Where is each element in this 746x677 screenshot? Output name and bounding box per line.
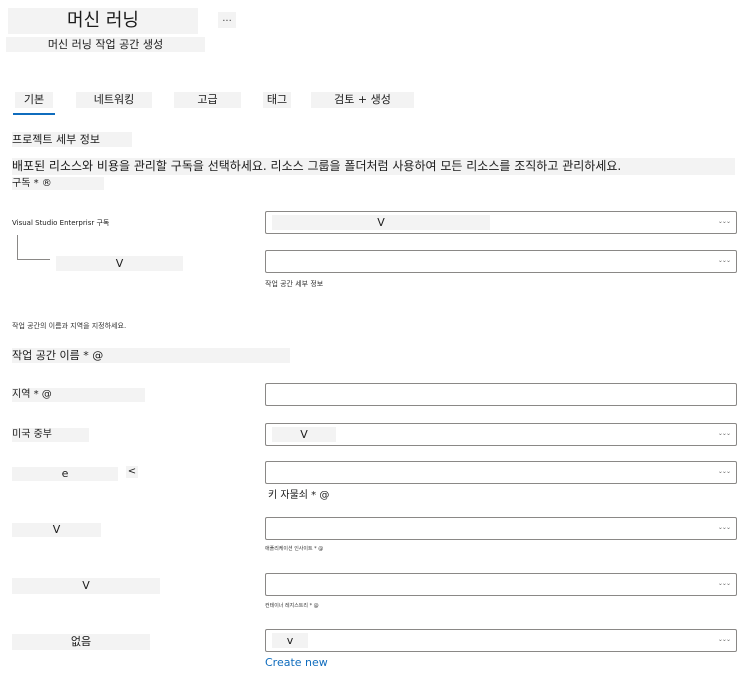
key-vault-dropdown[interactable]: ⌄⌄⌄: [265, 517, 737, 540]
workspace-details-hint: 작업 공간 세부 정보: [265, 280, 324, 288]
subscription-name: Visual Studio Enterprisr 구독: [12, 219, 110, 227]
active-tab-indicator: [13, 113, 55, 115]
storage-label: e: [12, 467, 118, 481]
region-value-label: 미국 중부: [12, 428, 89, 442]
container-registry-dropdown-value: v: [272, 633, 308, 648]
container-registry-dropdown[interactable]: v ⌄⌄⌄: [265, 629, 737, 652]
resource-group-label: V: [56, 256, 183, 271]
chevron-down-icon: ⌄⌄⌄: [717, 468, 731, 475]
region-dropdown-value: V: [272, 427, 336, 442]
workspace-name-input[interactable]: [265, 383, 737, 406]
chevron-down-icon: ⌄⌄⌄: [717, 430, 731, 437]
chevron-down-icon: ⌄⌄⌄: [717, 218, 731, 225]
key-vault-value-label: V: [12, 523, 101, 537]
project-description: 배포된 리소스와 비용을 관리할 구독을 선택하세요. 리소스 그룹을 폴더처럼…: [12, 158, 735, 175]
info-icon: <: [126, 466, 138, 478]
chevron-down-icon: ⌄⌄⌄: [717, 524, 731, 531]
page-title: 머신 러닝: [8, 8, 198, 34]
container-registry-value-label: 없음: [12, 634, 150, 650]
region-dropdown[interactable]: V ⌄⌄⌄: [265, 423, 737, 446]
container-registry-hint: 컨테이너 레지스트리 * @: [265, 603, 319, 609]
page-subtitle: 머신 러닝 작업 공간 생성: [6, 37, 205, 52]
tree-connector-horizontal: [17, 259, 50, 260]
subscription-dropdown-value: V: [272, 215, 490, 230]
app-insights-dropdown[interactable]: ⌄⌄⌄: [265, 573, 737, 596]
workspace-instruction: 작업 공간의 이름과 지역을 지정하세요.: [12, 322, 127, 330]
tab-networking[interactable]: 네트워킹: [76, 92, 152, 108]
resource-group-dropdown[interactable]: ⌄⌄⌄: [265, 250, 737, 273]
app-insights-value-label: V: [12, 578, 160, 594]
tree-connector: [17, 235, 18, 260]
storage-dropdown[interactable]: ⌄⌄⌄: [265, 461, 737, 484]
key-vault-label: 키 자물쇠 * @: [268, 490, 330, 501]
workspace-name-label: 작업 공간 이름 * @: [12, 348, 290, 363]
project-details-heading: 프로젝트 세부 정보: [12, 132, 132, 147]
tab-review-create[interactable]: 검토 + 생성: [311, 92, 414, 108]
chevron-down-icon: ⌄⌄⌄: [717, 636, 731, 643]
subscription-label: 구독 * ®: [12, 177, 104, 190]
chevron-down-icon: ⌄⌄⌄: [717, 580, 731, 587]
subscription-dropdown[interactable]: V ⌄⌄⌄: [265, 211, 737, 234]
tab-advanced[interactable]: 고급: [174, 92, 241, 108]
create-new-link[interactable]: Create new: [265, 656, 328, 670]
more-icon[interactable]: ...: [218, 12, 236, 28]
tab-basics[interactable]: 기본: [15, 92, 53, 108]
tab-tags[interactable]: 태그: [263, 92, 291, 108]
app-insights-hint: 애플리케이션 인사이트 * @: [265, 546, 324, 552]
chevron-down-icon: ⌄⌄⌄: [717, 257, 731, 264]
region-label: 지역 * @: [12, 388, 145, 402]
